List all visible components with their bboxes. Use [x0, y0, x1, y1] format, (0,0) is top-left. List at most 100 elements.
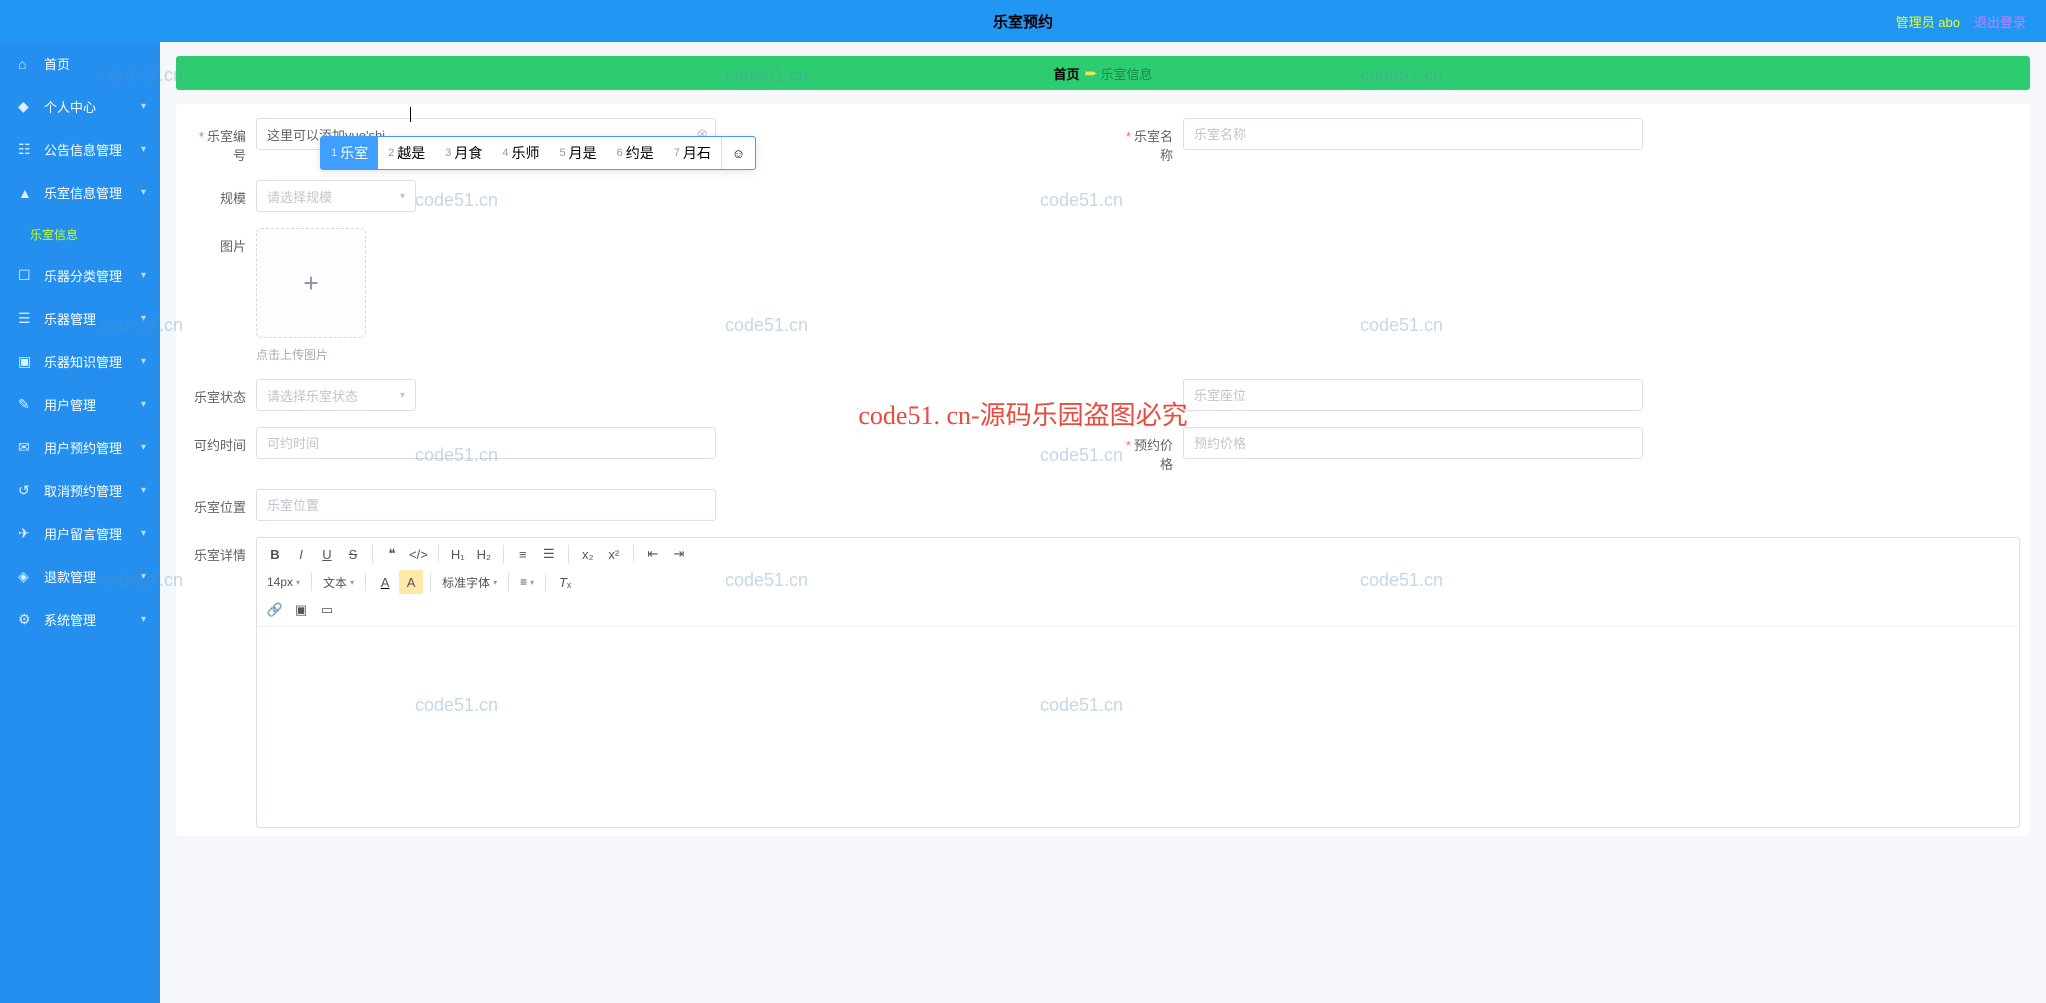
- ime-emoji-button[interactable]: ☺: [721, 137, 755, 169]
- admin-label[interactable]: 管理员 abo: [1896, 12, 1960, 31]
- unordered-list-icon[interactable]: ☰: [537, 542, 561, 566]
- chevron-down-icon: ▾: [141, 101, 146, 112]
- sidebar-item[interactable]: ◆个人中心▾: [0, 85, 160, 128]
- breadcrumb-home[interactable]: 首页: [1053, 64, 1079, 83]
- italic-icon[interactable]: I: [289, 542, 313, 566]
- sidebar-item[interactable]: ☐乐器分类管理▾: [0, 254, 160, 297]
- superscript-icon[interactable]: x²: [602, 542, 626, 566]
- image-icon[interactable]: ▣: [289, 598, 313, 622]
- underline-icon[interactable]: U: [315, 542, 339, 566]
- bold-icon[interactable]: B: [263, 542, 287, 566]
- seats-input[interactable]: [1183, 379, 1643, 411]
- separator: [545, 573, 546, 591]
- font-family-dropdown[interactable]: 标准字体▾: [438, 574, 501, 591]
- link-icon[interactable]: 🔗: [263, 598, 287, 622]
- strike-icon[interactable]: S: [341, 542, 365, 566]
- align-dropdown[interactable]: ≡▾: [516, 575, 538, 589]
- menu-label: 乐器管理: [44, 309, 96, 328]
- image-upload[interactable]: +: [256, 228, 366, 338]
- time-label: 可约时间: [186, 427, 256, 454]
- editor-content[interactable]: [257, 627, 2019, 827]
- sidebar-item[interactable]: ⚙系统管理▾: [0, 598, 160, 641]
- ime-candidates-popup: 1乐室2越是3月食4乐师5月是6约是7月石☺: [320, 136, 756, 170]
- video-icon[interactable]: ▭: [315, 598, 339, 622]
- indent-right-icon[interactable]: ⇥: [667, 542, 691, 566]
- ime-candidate[interactable]: 3月食: [435, 137, 492, 169]
- breadcrumb-current: 乐室信息: [1101, 64, 1153, 83]
- code-icon[interactable]: </>: [406, 542, 431, 566]
- h1-icon[interactable]: H₁: [446, 542, 470, 566]
- menu-icon: ✎: [18, 396, 34, 413]
- sidebar-item[interactable]: ▣乐器知识管理▾: [0, 340, 160, 383]
- cand-number: 1: [331, 147, 337, 159]
- price-input[interactable]: [1183, 427, 1643, 459]
- font-color-icon[interactable]: A: [373, 570, 397, 594]
- menu-icon: ⌂: [18, 56, 34, 72]
- menu-label: 公告信息管理: [44, 140, 122, 159]
- status-placeholder: 请选择乐室状态: [267, 386, 358, 405]
- chevron-down-icon: ▾: [141, 270, 146, 281]
- sidebar-item[interactable]: ◈退款管理▾: [0, 555, 160, 598]
- ime-candidate[interactable]: 1乐室: [321, 137, 378, 169]
- ime-candidate[interactable]: 2越是: [378, 137, 435, 169]
- menu-icon: ☰: [18, 310, 34, 327]
- clear-format-icon[interactable]: Tₓ: [553, 570, 577, 594]
- sidebar-item[interactable]: ☰乐器管理▾: [0, 297, 160, 340]
- chevron-down-icon: ▾: [141, 485, 146, 496]
- cand-text: 月石: [683, 143, 711, 163]
- bg-color-icon[interactable]: A: [399, 570, 423, 594]
- menu-label: 取消预约管理: [44, 481, 122, 500]
- logout-link[interactable]: 退出登录: [1974, 12, 2026, 31]
- cand-text: 越是: [397, 143, 425, 163]
- subscript-icon[interactable]: x₂: [576, 542, 600, 566]
- sidebar-item[interactable]: ↺ 取消预约管理 ▾: [0, 469, 160, 512]
- time-input[interactable]: [256, 427, 716, 459]
- quote-icon[interactable]: ❝: [380, 542, 404, 566]
- ime-candidate[interactable]: 7月石: [664, 137, 721, 169]
- chevron-down-icon: ▾: [141, 356, 146, 367]
- font-type-dropdown[interactable]: 文本▾: [319, 574, 358, 591]
- menu-label: 首页: [44, 54, 70, 73]
- menu-icon: ✉: [18, 439, 34, 456]
- chevron-down-icon: ▾: [141, 144, 146, 155]
- sidebar-item[interactable]: ✎用户管理▾: [0, 383, 160, 426]
- sidebar-item[interactable]: ☷公告信息管理▾: [0, 128, 160, 171]
- h2-icon[interactable]: H₂: [472, 542, 496, 566]
- menu-icon: ◈: [18, 568, 34, 585]
- separator: [568, 545, 569, 563]
- ordered-list-icon[interactable]: ≡: [511, 542, 535, 566]
- separator: [503, 545, 504, 563]
- ime-candidate[interactable]: 4乐师: [492, 137, 549, 169]
- cand-number: 5: [560, 147, 566, 159]
- room-name-input[interactable]: [1183, 118, 1643, 150]
- menu-icon: ☐: [18, 267, 34, 284]
- separator: [508, 573, 509, 591]
- separator: [633, 545, 634, 563]
- menu-label: 用户管理: [44, 395, 96, 414]
- location-input[interactable]: [256, 489, 716, 521]
- chevron-down-icon: ▾: [141, 442, 146, 453]
- sidebar-item[interactable]: ▲乐室信息管理▾: [0, 171, 160, 214]
- chevron-down-icon: ▾: [400, 390, 405, 401]
- indent-left-icon[interactable]: ⇤: [641, 542, 665, 566]
- sidebar-item[interactable]: ✈用户留言管理▾: [0, 512, 160, 555]
- sidebar-subitem[interactable]: 乐室信息: [0, 214, 160, 254]
- scale-select[interactable]: 请选择规模 ▾: [256, 180, 416, 212]
- cand-text: 乐师: [512, 143, 540, 163]
- sidebar: ⌂首页◆个人中心▾☷公告信息管理▾▲乐室信息管理▾乐室信息☐乐器分类管理▾☰乐器…: [0, 42, 160, 1003]
- menu-icon: ✈: [18, 525, 34, 542]
- cand-number: 3: [445, 147, 451, 159]
- menu-label: 乐器知识管理: [44, 352, 122, 371]
- room-name-label: 乐室名称: [1113, 118, 1183, 164]
- chevron-down-icon: ▾: [141, 571, 146, 582]
- status-select[interactable]: 请选择乐室状态 ▾: [256, 379, 416, 411]
- ime-candidate[interactable]: 5月是: [550, 137, 607, 169]
- breadcrumb: 首页 ▸▸▸ 乐室信息: [176, 56, 2030, 90]
- sidebar-item[interactable]: ⌂ 首页: [0, 42, 160, 85]
- ime-candidate[interactable]: 6约是: [607, 137, 664, 169]
- sidebar-item[interactable]: ✉用户预约管理▾: [0, 426, 160, 469]
- menu-icon: ◆: [18, 98, 34, 115]
- menu-icon: ↺: [18, 482, 34, 499]
- font-size-dropdown[interactable]: 14px▾: [263, 575, 304, 589]
- chevron-down-icon: ▾: [141, 187, 146, 198]
